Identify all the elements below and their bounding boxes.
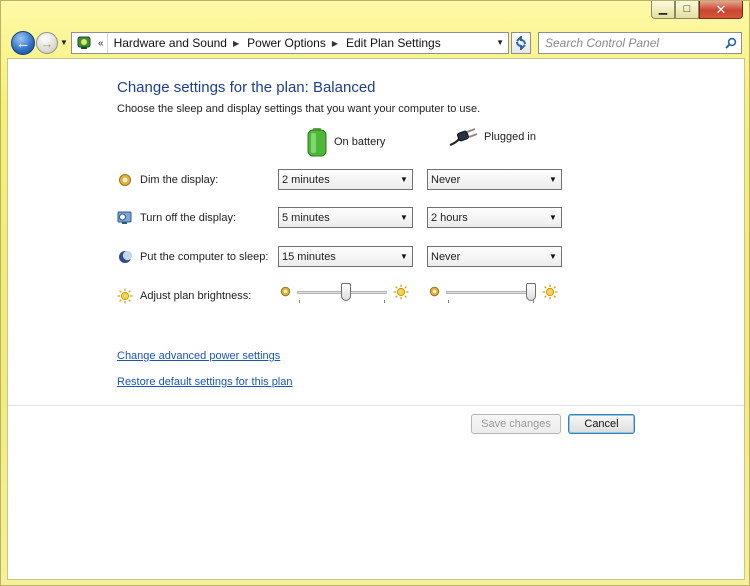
restore-defaults-link-text: Restore default settings for this plan: [117, 376, 293, 388]
window-frame: ▁ □ ✕ ← → ▼ « Hardware and Sound ▶ Power…: [0, 0, 750, 586]
chevron-down-icon: ▼: [549, 213, 557, 222]
dim-display-icon: [117, 172, 133, 188]
dim-display-plugged-select[interactable]: Never ▼: [427, 169, 562, 190]
column-battery-label: On battery: [334, 136, 386, 148]
chevron-down-icon: ▼: [400, 252, 408, 261]
search-icon[interactable]: [721, 37, 741, 49]
breadcrumb-hardware-and-sound[interactable]: Hardware and Sound: [108, 36, 231, 50]
minimize-button[interactable]: ▁: [651, 1, 675, 19]
footer-divider: [8, 405, 744, 406]
cancel-button[interactable]: Cancel: [568, 414, 635, 434]
dim-sun-icon: [429, 286, 440, 300]
battery-icon: [307, 128, 327, 157]
row-dim-display-label: Dim the display:: [140, 174, 219, 186]
turn-off-display-battery-select[interactable]: 5 minutes ▼: [278, 207, 413, 228]
restore-defaults-link[interactable]: Restore default settings for this plan: [117, 376, 292, 388]
bright-sun-icon: [542, 284, 558, 303]
page-title: Change settings for the plan: Balanced: [117, 79, 376, 96]
recent-pages-dropdown[interactable]: ▼: [60, 38, 68, 47]
row-dim-display: Dim the display:: [117, 172, 218, 188]
close-icon: ✕: [715, 2, 727, 17]
sleep-battery-select[interactable]: 15 minutes ▼: [278, 246, 413, 267]
dim-display-battery-select[interactable]: 2 minutes ▼: [278, 169, 413, 190]
maximize-button[interactable]: □: [675, 1, 699, 19]
slider-track[interactable]: [446, 291, 536, 294]
row-turn-off-display-label: Turn off the display:: [140, 212, 236, 224]
close-button[interactable]: ✕: [699, 1, 743, 19]
select-value: 2 minutes: [282, 173, 330, 186]
minimize-icon: ▁: [658, 3, 668, 15]
content-pane: Change settings for the plan: Balanced C…: [7, 58, 745, 580]
advanced-settings-link[interactable]: Change advanced power settings: [117, 350, 280, 362]
select-value: 15 minutes: [282, 250, 336, 263]
search-input[interactable]: Search Control Panel: [539, 36, 721, 50]
brightness-battery-slider[interactable]: [297, 282, 387, 304]
forward-arrow-icon: →: [40, 35, 54, 51]
breadcrumb-power-options[interactable]: Power Options: [241, 36, 330, 50]
brightness-plugged-slider[interactable]: [446, 282, 536, 304]
select-value: Never: [431, 250, 461, 263]
row-brightness: Adjust plan brightness:: [117, 288, 251, 304]
brightness-plugged-group: [429, 282, 558, 304]
column-plugged-in: Plugged in: [448, 127, 536, 147]
select-value: Never: [431, 173, 461, 186]
chevron-down-icon: ▼: [549, 252, 557, 261]
select-value: 5 minutes: [282, 211, 330, 224]
row-sleep: Put the computer to sleep:: [117, 249, 268, 265]
back-arrow-icon: ←: [15, 34, 31, 52]
row-turn-off-display: Turn off the display:: [117, 210, 236, 226]
sleep-plugged-select[interactable]: Never ▼: [427, 246, 562, 267]
select-value: 2 hours: [431, 211, 468, 224]
address-bar[interactable]: « Hardware and Sound ▶ Power Options ▶ E…: [71, 32, 509, 54]
refresh-icon: [516, 36, 526, 50]
turn-off-display-plugged-select[interactable]: 2 hours ▼: [427, 207, 562, 228]
advanced-settings-link-text: Change advanced power settings: [117, 350, 281, 362]
moon-icon: [117, 249, 133, 265]
address-overflow-chevron[interactable]: «: [95, 33, 108, 53]
bright-sun-icon: [393, 284, 409, 303]
monitor-clock-icon: [117, 210, 133, 226]
slider-tick: [384, 300, 385, 303]
brightness-sun-icon: [117, 288, 133, 304]
refresh-button[interactable]: [511, 32, 531, 54]
slider-tick: [299, 300, 300, 303]
chevron-down-icon: ▼: [400, 175, 408, 184]
breadcrumb-edit-plan-settings[interactable]: Edit Plan Settings: [340, 36, 445, 50]
brightness-battery-group: [280, 282, 409, 304]
dim-sun-icon: [280, 286, 291, 300]
column-plugged-label: Plugged in: [484, 131, 536, 143]
power-plug-icon: [449, 128, 478, 147]
row-sleep-label: Put the computer to sleep:: [140, 251, 269, 263]
control-panel-icon: [75, 35, 93, 51]
page-subtitle: Choose the sleep and display settings th…: [117, 103, 481, 115]
forward-button[interactable]: →: [36, 32, 58, 54]
chevron-down-icon: ▼: [549, 175, 557, 184]
slider-thumb[interactable]: [526, 283, 536, 301]
column-on-battery: On battery: [306, 127, 385, 157]
search-box[interactable]: Search Control Panel: [538, 32, 742, 54]
save-changes-button[interactable]: Save changes: [471, 414, 561, 434]
row-brightness-label: Adjust plan brightness:: [140, 290, 252, 302]
address-dropdown-icon[interactable]: ▼: [496, 38, 504, 47]
slider-thumb[interactable]: [341, 283, 351, 301]
breadcrumb-separator-icon[interactable]: ▶: [330, 39, 340, 48]
back-button[interactable]: ←: [11, 31, 35, 55]
caption-buttons: ▁ □ ✕: [651, 1, 743, 19]
slider-tick: [448, 300, 449, 303]
chevron-down-icon: ▼: [400, 213, 408, 222]
breadcrumb-separator-icon[interactable]: ▶: [231, 39, 241, 48]
maximize-icon: □: [683, 3, 691, 15]
